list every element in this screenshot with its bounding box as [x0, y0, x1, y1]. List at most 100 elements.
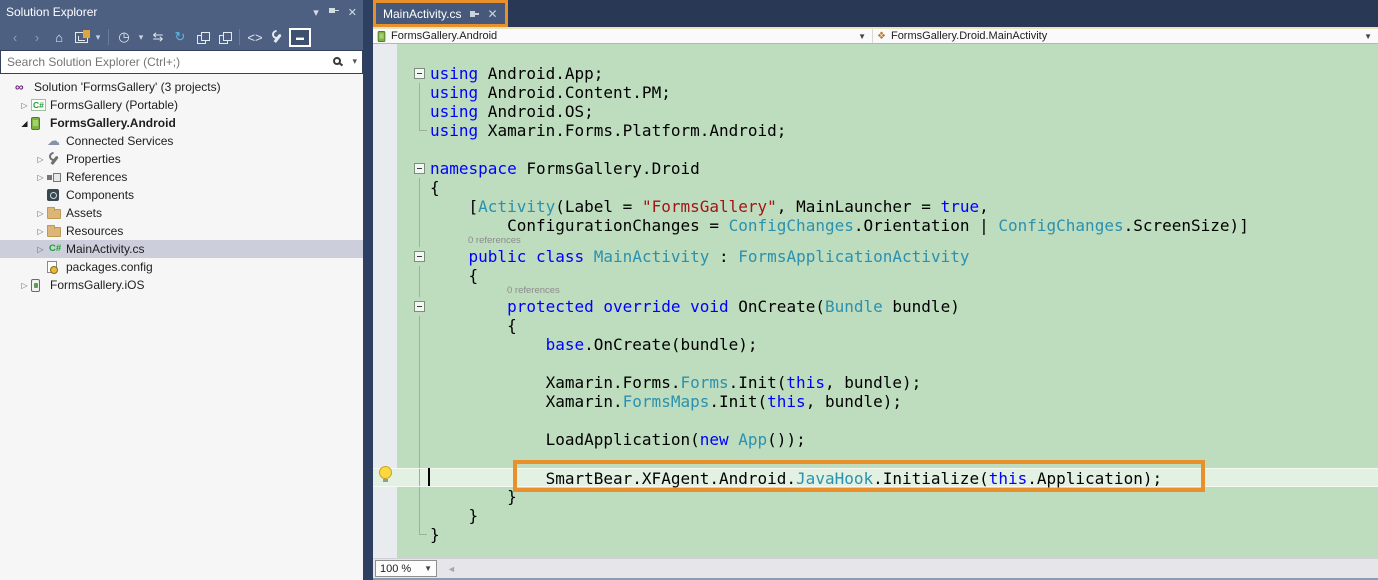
expand-arrow-icon[interactable]: ▷: [18, 101, 31, 110]
code-line[interactable]: protected override void OnCreate(Bundle …: [373, 297, 1378, 316]
code-line[interactable]: }: [373, 506, 1378, 525]
code-line[interactable]: using Xamarin.Forms.Platform.Android;: [373, 121, 1378, 140]
search-input[interactable]: [0, 50, 363, 74]
code-line[interactable]: [373, 354, 1378, 373]
code-line[interactable]: using Android.App;: [373, 64, 1378, 83]
fold-collapse-icon[interactable]: [414, 68, 425, 79]
dropdown-arrow-icon[interactable]: ▾: [136, 27, 146, 47]
code-line[interactable]: public class MainActivity : FormsApplica…: [373, 247, 1378, 266]
expand-arrow-icon[interactable]: ▷: [34, 209, 47, 218]
code-line[interactable]: {: [373, 266, 1378, 285]
search-options-arrow-icon[interactable]: ▾: [352, 56, 357, 67]
code-line[interactable]: [373, 449, 1378, 468]
code-line[interactable]: namespace FormsGallery.Droid: [373, 159, 1378, 178]
refresh-icon[interactable]: ↻: [170, 27, 190, 47]
fold-guide: [414, 373, 427, 392]
code-line[interactable]: {: [373, 316, 1378, 335]
tree-item-formsgallery-android[interactable]: ◢FormsGallery.Android: [0, 114, 363, 132]
expand-arrow-icon[interactable]: ▷: [34, 173, 47, 182]
code-line[interactable]: ConfigurationChanges = ConfigChanges.Ori…: [373, 216, 1378, 235]
code-line[interactable]: }: [373, 525, 1378, 544]
fold-collapse-icon[interactable]: [414, 163, 425, 174]
dropdown-arrow-icon[interactable]: ▾: [93, 27, 103, 47]
code-segment: using: [430, 64, 478, 83]
code-line[interactable]: [373, 411, 1378, 430]
hscroll-left-arrow-icon[interactable]: ◄: [447, 564, 456, 574]
expand-arrow-icon[interactable]: ▷: [34, 245, 47, 254]
pending-changes-filter-icon[interactable]: ◷: [114, 27, 134, 47]
collapse-all-icon[interactable]: [192, 27, 212, 47]
chevron-down-icon[interactable]: ▼: [858, 32, 868, 41]
codelens-references[interactable]: 0 references: [373, 235, 1378, 247]
chevron-down-icon[interactable]: ▼: [1364, 32, 1374, 41]
properties-icon[interactable]: [267, 27, 287, 47]
expand-arrow-icon[interactable]: ▷: [34, 155, 47, 164]
tree-item-solution-formsgallery-3-projects[interactable]: ∞Solution 'FormsGallery' (3 projects): [0, 78, 363, 96]
navigate-forward-icon[interactable]: ›: [27, 27, 47, 47]
lightbulb-icon[interactable]: [379, 466, 392, 479]
code-segment: OnCreate(: [729, 297, 825, 316]
fold-guide: [414, 354, 427, 373]
tree-item-label: FormsGallery (Portable): [49, 98, 178, 112]
code-line[interactable]: using Android.OS;: [373, 102, 1378, 121]
search-icon[interactable]: [333, 57, 341, 65]
view-code-icon[interactable]: <>: [245, 27, 265, 47]
code-line[interactable]: {: [373, 178, 1378, 197]
code-line[interactable]: SmartBear.XFAgent.Android.JavaHook.Initi…: [373, 468, 1378, 487]
window-position-menu-icon[interactable]: ▾: [313, 6, 319, 19]
tree-item-label: FormsGallery.iOS: [49, 278, 144, 292]
tree-item-mainactivity-cs[interactable]: ▷C#MainActivity.cs: [0, 240, 363, 258]
code-segment: LoadApplication(: [430, 430, 700, 449]
tree-item-packages-config[interactable]: packages.config: [0, 258, 363, 276]
code-line[interactable]: using Android.Content.PM;: [373, 83, 1378, 102]
code-editor[interactable]: using Android.App;using Android.Content.…: [373, 44, 1378, 558]
collapse-arrow-icon[interactable]: ◢: [18, 119, 31, 128]
project-dropdown[interactable]: FormsGallery.Android ▼: [373, 29, 873, 43]
codelens-references[interactable]: 0 references: [373, 285, 1378, 297]
type-dropdown[interactable]: ❖ FormsGallery.Droid.MainActivity ▼: [873, 29, 1378, 43]
fold-collapse-icon[interactable]: [414, 251, 425, 262]
fold-guide: [414, 449, 427, 468]
code-line[interactable]: [373, 140, 1378, 159]
navigate-back-icon[interactable]: ‹: [5, 27, 25, 47]
tree-item-references[interactable]: ▷References: [0, 168, 363, 186]
show-all-files-icon[interactable]: [214, 27, 234, 47]
code-line[interactable]: Xamarin.Forms.Forms.Init(this, bundle);: [373, 373, 1378, 392]
fold-collapse-icon[interactable]: [414, 301, 425, 312]
code-line[interactable]: LoadApplication(new App());: [373, 430, 1378, 449]
pin-tab-icon[interactable]: [469, 9, 479, 19]
tree-item-formsgallery-ios[interactable]: ▷ FormsGallery.iOS: [0, 276, 363, 294]
pin-icon[interactable]: [329, 6, 338, 18]
properties-window-icon[interactable]: [71, 27, 91, 47]
tree-item-label: Solution 'FormsGallery' (3 projects): [33, 80, 221, 94]
preview-selected-items-icon[interactable]: ▬: [289, 27, 311, 47]
code-text: Xamarin.Forms.Forms.Init(this, bundle);: [430, 373, 1378, 392]
tab-mainactivity[interactable]: MainActivity.cs ✕: [373, 0, 508, 27]
code-segment: bundle): [883, 297, 960, 316]
code-line[interactable]: [Activity(Label = "FormsGallery", MainLa…: [373, 197, 1378, 216]
panel-splitter[interactable]: [363, 0, 373, 580]
tree-item-resources[interactable]: ▷Resources: [0, 222, 363, 240]
code-line[interactable]: }: [373, 487, 1378, 506]
close-tab-icon[interactable]: ✕: [487, 9, 497, 19]
close-icon[interactable]: ✕: [348, 6, 357, 19]
tree-item-formsgallery-portable[interactable]: ▷C#FormsGallery (Portable): [0, 96, 363, 114]
zoom-dropdown[interactable]: 100 % ▼: [375, 560, 437, 577]
home-icon[interactable]: ⌂: [49, 27, 69, 47]
code-line[interactable]: Xamarin.FormsMaps.Init(this, bundle);: [373, 392, 1378, 411]
code-text: LoadApplication(new App());: [430, 430, 1378, 449]
tree-item-connected-services[interactable]: ☁Connected Services: [0, 132, 363, 150]
editor-panel: MainActivity.cs ✕ FormsGallery.Android ▼…: [373, 0, 1378, 580]
tree-item-components[interactable]: Components: [0, 186, 363, 204]
expand-arrow-icon[interactable]: ▷: [18, 281, 31, 290]
tree-item-properties[interactable]: ▷Properties: [0, 150, 363, 168]
tree-item-assets[interactable]: ▷Assets: [0, 204, 363, 222]
expand-arrow-icon[interactable]: ▷: [34, 227, 47, 236]
code-line[interactable]: base.OnCreate(bundle);: [373, 335, 1378, 354]
config-icon: [47, 261, 57, 273]
fold-guide: [414, 487, 427, 506]
code-segment: .Init(: [729, 373, 787, 392]
sync-with-active-document-icon[interactable]: ⇆: [148, 27, 168, 47]
code-segment: using: [430, 83, 478, 102]
folder-icon: [47, 209, 61, 219]
